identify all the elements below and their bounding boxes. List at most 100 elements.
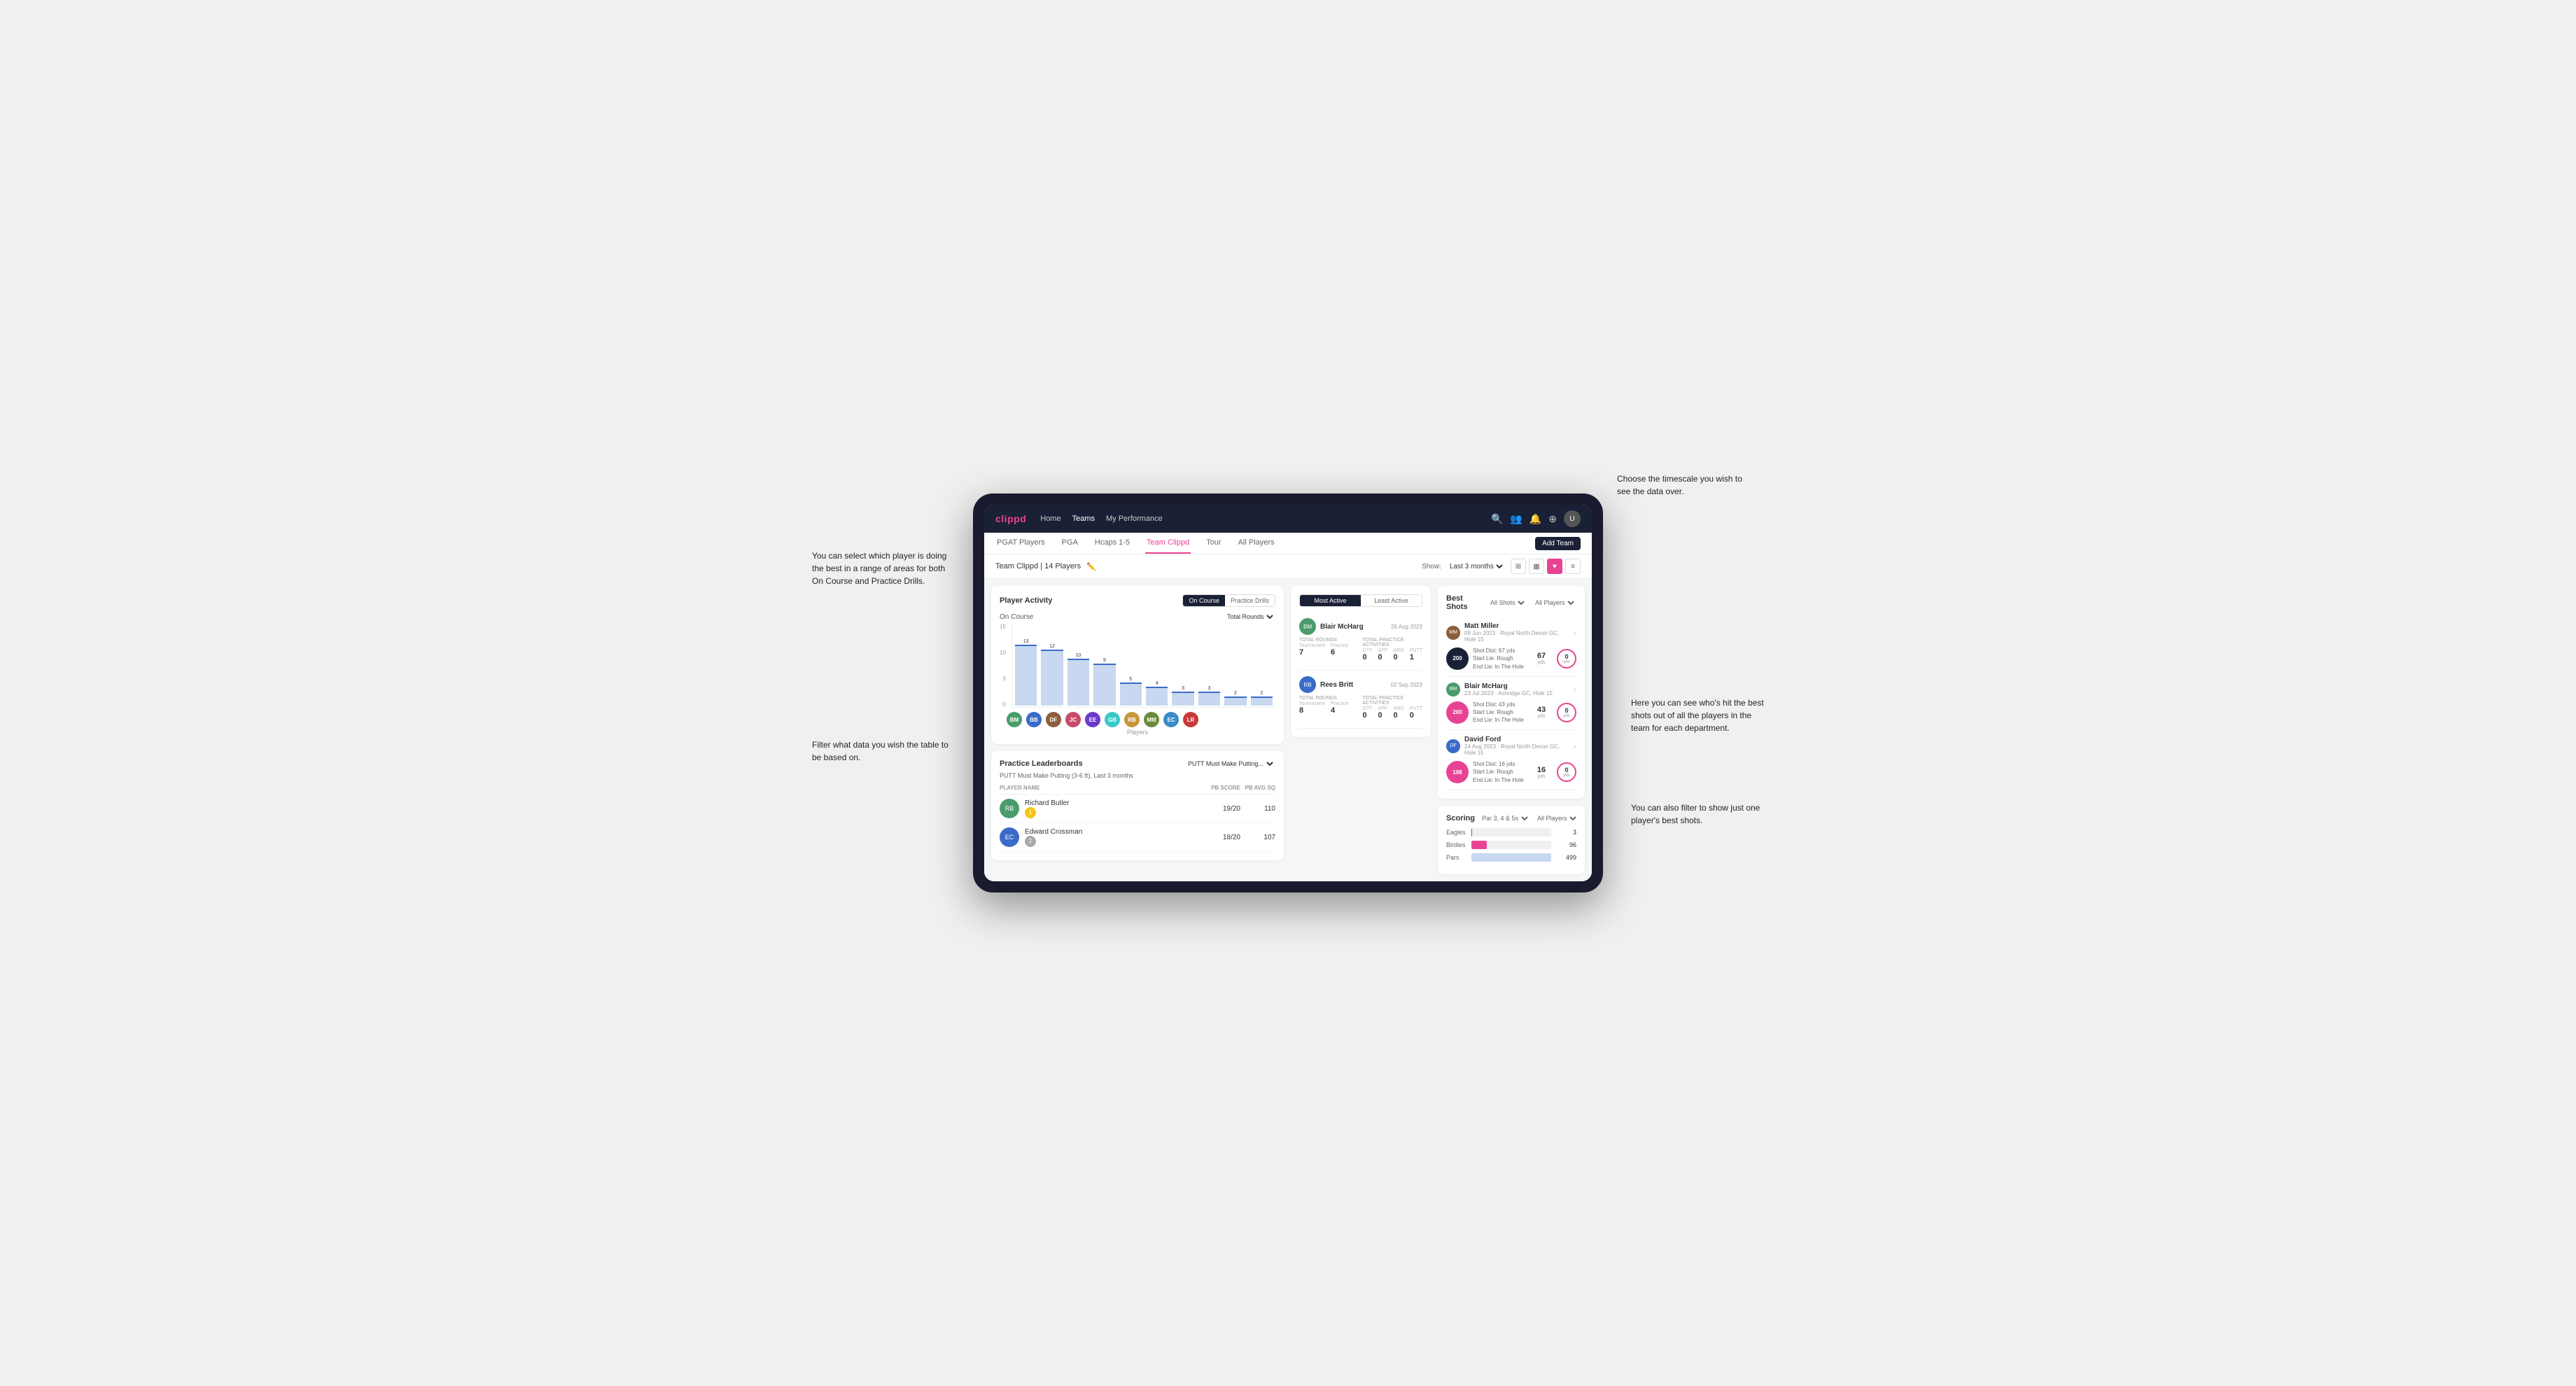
player-avatar-sm[interactable]: RB bbox=[1124, 712, 1140, 727]
players-filter[interactable]: All Players bbox=[1532, 598, 1576, 607]
player-avatar-sm[interactable]: LR bbox=[1183, 712, 1198, 727]
subnav-hcaps[interactable]: Hcaps 1-5 bbox=[1093, 533, 1131, 554]
player-avatar-sm[interactable]: EC bbox=[1163, 712, 1179, 727]
subnav-team-clippd[interactable]: Team Clippd bbox=[1145, 533, 1191, 554]
leaderboard-cols: PLAYER NAME PB SCORE PB AVG SQ bbox=[1000, 785, 1275, 794]
best-shots-header: Best Shots All Shots All Players bbox=[1446, 594, 1576, 611]
bar-top-line bbox=[1146, 687, 1168, 688]
shot-item-1: MM Matt Miller 09 Jun 2023 · Royal North… bbox=[1446, 617, 1576, 677]
subnav-tour[interactable]: Tour bbox=[1205, 533, 1222, 554]
shot-metric-circle-val-2: 0 bbox=[1564, 707, 1568, 714]
player-avatar-sm[interactable]: BB bbox=[1026, 712, 1042, 727]
shot-details-row-1: 200 Shot Dist: 67 yds Start Lie: Rough E… bbox=[1446, 647, 1576, 671]
best-shots-title: Best Shots bbox=[1446, 594, 1482, 611]
bar bbox=[1093, 664, 1115, 706]
show-label: Show: bbox=[1422, 563, 1441, 570]
bar bbox=[1068, 659, 1089, 706]
score-bar-row: Eagles 3 bbox=[1446, 828, 1576, 836]
subnav-all-players[interactable]: All Players bbox=[1237, 533, 1276, 554]
bar-group: 4 bbox=[1146, 681, 1168, 706]
team-header-row: Team Clippd | 14 Players ✏️ Show: Last 3… bbox=[984, 554, 1592, 579]
players-x-label: Players bbox=[1000, 729, 1275, 736]
shot-course-info-3: 24 Aug 2023 · Royal North Devon GC, Hole… bbox=[1464, 743, 1569, 756]
subnav-pgat[interactable]: PGAT Players bbox=[995, 533, 1046, 554]
shot-chevron-1[interactable]: › bbox=[1574, 628, 1576, 638]
shot-text-2: Shot Dist: 43 yds Start Lie: Rough End L… bbox=[1473, 701, 1526, 724]
ap-tournament-val-2: 8 bbox=[1299, 706, 1325, 715]
subnav-pga[interactable]: PGA bbox=[1060, 533, 1079, 554]
active-player-2-header: RB Rees Britt 02 Sep 2023 bbox=[1299, 676, 1422, 693]
bell-icon[interactable]: 🔔 bbox=[1530, 513, 1541, 525]
nav-teams[interactable]: Teams bbox=[1072, 514, 1095, 523]
player-avatar-sm[interactable]: MM bbox=[1144, 712, 1159, 727]
right-panel: Best Shots All Shots All Players MM bbox=[1438, 586, 1585, 874]
ap-total-rounds-2: Total Rounds Tournament 8 Practice bbox=[1299, 696, 1354, 720]
bar-group: 9 bbox=[1093, 658, 1115, 706]
edit-icon[interactable]: ✏️ bbox=[1086, 562, 1096, 571]
player-avatar-sm[interactable]: EE bbox=[1085, 712, 1100, 727]
shot-avatar-3: DF bbox=[1446, 739, 1460, 753]
plus-circle-icon[interactable]: ⊕ bbox=[1548, 513, 1557, 525]
nav-home[interactable]: Home bbox=[1040, 514, 1060, 523]
leaderboard-filter[interactable]: PUTT Must Make Putting... bbox=[1185, 760, 1275, 768]
search-icon[interactable]: 🔍 bbox=[1491, 513, 1503, 525]
users-icon[interactable]: 👥 bbox=[1510, 513, 1522, 525]
scoring-filter2[interactable]: All Players bbox=[1534, 814, 1578, 822]
ap-practice-2: Practice 4 bbox=[1331, 701, 1354, 715]
shot-chevron-3[interactable]: › bbox=[1574, 741, 1576, 751]
annotation-top-left: You can select which player is doing the… bbox=[812, 550, 952, 587]
shot-metric-unit-3a: yds bbox=[1538, 774, 1546, 779]
bar-top-line bbox=[1068, 659, 1089, 660]
bar-group: 12 bbox=[1041, 644, 1063, 706]
ap-putt-2: PUTT 0 bbox=[1410, 706, 1422, 720]
bar bbox=[1198, 692, 1220, 706]
shots-filter[interactable]: All Shots bbox=[1488, 598, 1527, 607]
shot-avatar-1: MM bbox=[1446, 626, 1460, 640]
view-heart-btn[interactable]: ♥ bbox=[1547, 559, 1562, 574]
annotation-top-right: Choose the timescale you wish to see the… bbox=[1617, 472, 1757, 498]
scoring-bars: Eagles 3 Birdies 96 Pars 499 bbox=[1446, 828, 1576, 862]
ap-total-rounds-label-1: Total Rounds bbox=[1299, 638, 1354, 643]
add-team-button[interactable]: Add Team bbox=[1535, 537, 1581, 550]
scoring-filter1[interactable]: Par 3, 4 & 5s bbox=[1479, 814, 1530, 822]
ap-tournament-label-2: Tournament bbox=[1299, 701, 1325, 706]
shot-course-info-1: 09 Jun 2023 · Royal North Devon GC, Hole… bbox=[1464, 630, 1569, 643]
player-avatar-sm[interactable]: BM bbox=[1007, 712, 1022, 727]
bar-value: 3 bbox=[1182, 686, 1184, 691]
ap-putt-label-2: PUTT bbox=[1410, 706, 1422, 711]
ap-gtt-label-2: GTT bbox=[1363, 706, 1373, 711]
bar-value: 3 bbox=[1208, 686, 1211, 691]
user-avatar[interactable]: U bbox=[1564, 510, 1581, 527]
y-label-10: 10 bbox=[1000, 650, 1006, 656]
ap-app-1: APP 0 bbox=[1378, 648, 1388, 662]
player-activity-title: Player Activity bbox=[1000, 596, 1052, 605]
score-bar-row: Pars 499 bbox=[1446, 853, 1576, 862]
view-grid4-btn[interactable]: ⊞ bbox=[1511, 559, 1526, 574]
toggle-most-active[interactable]: Most Active bbox=[1300, 595, 1361, 606]
lb-col-score: PB SCORE bbox=[1205, 785, 1240, 791]
player-avatar-sm[interactable]: DF bbox=[1046, 712, 1061, 727]
shot-details-row-2: 200 Shot Dist: 43 yds Start Lie: Rough E… bbox=[1446, 701, 1576, 724]
shot-chevron-2[interactable]: › bbox=[1574, 685, 1576, 694]
most-active-card: Most Active Least Active BM Blair McHarg… bbox=[1291, 586, 1431, 737]
ap-arg-label-2: ARG bbox=[1394, 706, 1404, 711]
lb-avg-2: 107 bbox=[1240, 834, 1275, 841]
chart-filter-select[interactable]: Total Rounds bbox=[1224, 612, 1275, 621]
show-dropdown[interactable]: Last 3 months bbox=[1447, 562, 1505, 571]
bar-group: 5 bbox=[1120, 677, 1142, 706]
bar-top-line bbox=[1041, 650, 1063, 651]
ap-tournament-label-1: Tournament bbox=[1299, 643, 1325, 648]
bar-top-line bbox=[1172, 692, 1194, 693]
shot-player-name-3: David Ford bbox=[1464, 736, 1569, 743]
nav-my-performance[interactable]: My Performance bbox=[1106, 514, 1163, 523]
bar-top-line bbox=[1120, 682, 1142, 684]
view-grid2-btn[interactable]: ▦ bbox=[1529, 559, 1544, 574]
score-bar-track bbox=[1471, 841, 1551, 849]
toggle-on-course[interactable]: On Course bbox=[1183, 595, 1225, 606]
player-avatar-sm[interactable]: JC bbox=[1065, 712, 1081, 727]
view-list-btn[interactable]: ≡ bbox=[1565, 559, 1581, 574]
player-avatar-sm[interactable]: GB bbox=[1105, 712, 1120, 727]
toggle-least-active[interactable]: Least Active bbox=[1361, 595, 1422, 606]
toggle-practice-drills[interactable]: Practice Drills bbox=[1225, 595, 1275, 606]
shot-avatar-2: BM bbox=[1446, 682, 1460, 696]
